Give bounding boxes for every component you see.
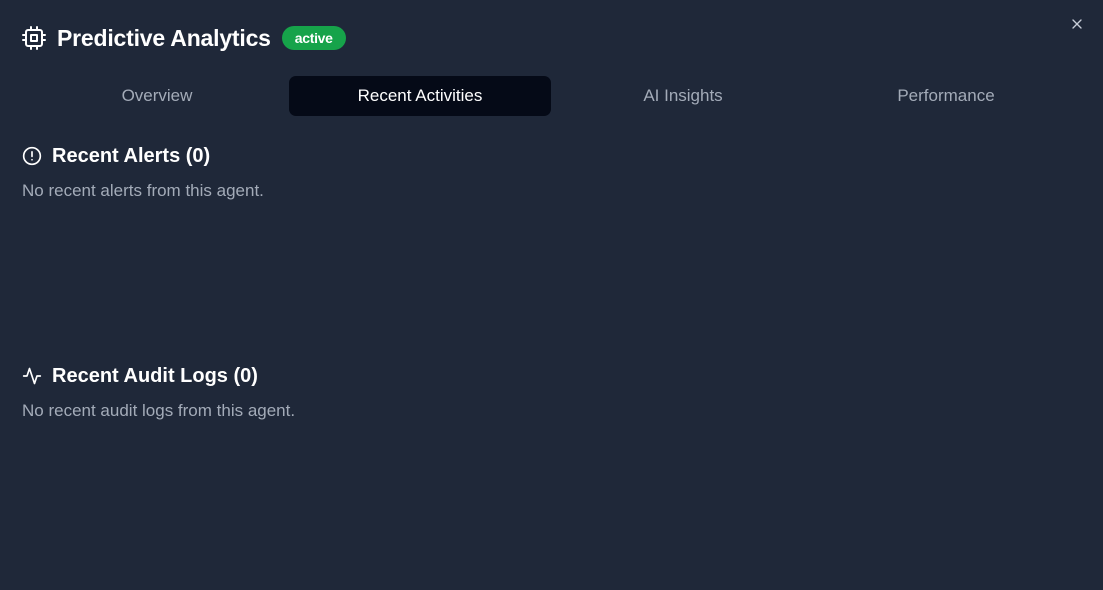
activity-icon (22, 366, 42, 386)
alert-circle-icon (22, 146, 42, 166)
tab-ai-insights[interactable]: AI Insights (552, 76, 814, 116)
recent-audit-logs-empty-text: No recent audit logs from this agent. (22, 401, 296, 420)
tab-overview[interactable]: Overview (26, 76, 288, 116)
close-button[interactable] (1067, 14, 1087, 34)
status-badge: active (281, 26, 346, 50)
recent-alerts-title: Recent Alerts (0) (52, 144, 211, 167)
recent-audit-logs-header: Recent Audit Logs (0) (22, 363, 295, 389)
recent-audit-logs-section: Recent Audit Logs (0) No recent audit lo… (22, 363, 295, 421)
dialog-header: Predictive Analytics active (22, 22, 346, 54)
tab-performance[interactable]: Performance (815, 76, 1077, 116)
close-icon (1069, 16, 1085, 32)
recent-audit-logs-title: Recent Audit Logs (0) (52, 364, 258, 387)
tab-recent-activities[interactable]: Recent Activities (289, 76, 551, 116)
agent-details-dialog: Predictive Analytics active Overview Rec… (0, 0, 1103, 590)
cpu-chip-icon (22, 26, 46, 50)
recent-alerts-empty-text: No recent alerts from this agent. (22, 181, 264, 200)
recent-alerts-section: Recent Alerts (0) No recent alerts from … (22, 143, 264, 201)
recent-alerts-header: Recent Alerts (0) (22, 143, 264, 169)
tab-list: Overview Recent Activities AI Insights P… (22, 72, 1081, 120)
dialog-title: Predictive Analytics (57, 24, 271, 51)
